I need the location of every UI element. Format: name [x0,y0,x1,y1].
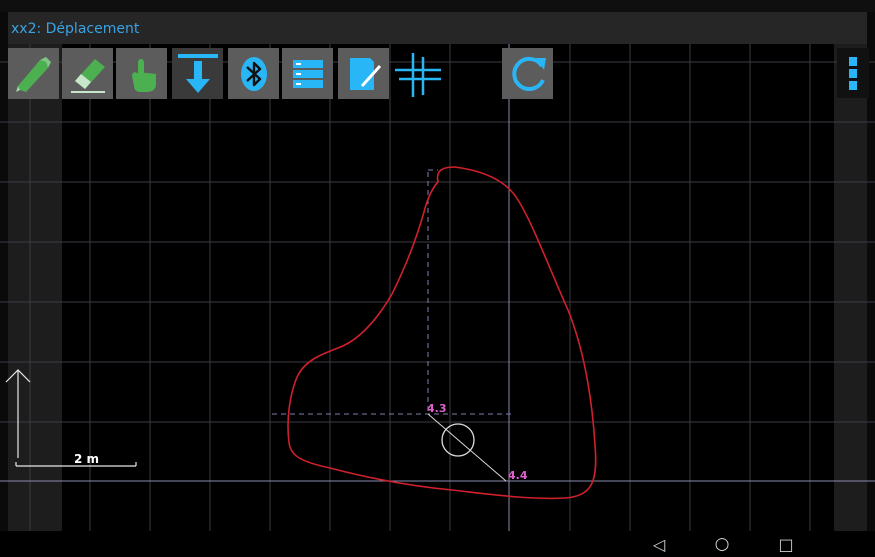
bluetooth-button[interactable] [228,48,279,99]
point-label-a: 4.3 [427,402,447,415]
refresh-button[interactable] [502,48,553,99]
axes [0,44,875,531]
north-arrow [5,369,31,458]
more-vert-icon [849,56,857,66]
edit-document-icon [349,57,381,90]
status-bar [0,0,875,12]
crosshair-icon [394,52,441,97]
home-icon: ○ [714,534,730,554]
grid [0,44,875,531]
scale-label: 2 m [74,452,100,466]
measure-line [427,413,507,482]
drawn-shape[interactable] [287,166,597,500]
pencil-button[interactable] [8,48,59,99]
back-icon: ◁ [652,534,666,554]
eraser-button[interactable] [62,48,113,99]
refresh-icon [511,56,546,91]
navigation-bar [0,531,875,557]
nav-home-button[interactable]: ○ [711,531,733,557]
edit-document-button[interactable] [338,48,389,99]
eraser-icon [70,58,105,93]
download-button[interactable] [172,48,223,99]
point-label-b: 4.4 [508,469,528,482]
recents-icon: □ [778,534,794,554]
nav-back-button[interactable]: ◁ [648,531,670,557]
crosshair-button[interactable] [392,48,443,99]
page-title: xx2: Déplacement [11,21,140,37]
bluetooth-icon [240,56,267,91]
list-icon [292,59,323,88]
download-arrow-icon [177,53,218,93]
hand-tool-button[interactable] [116,48,167,99]
toolbar [0,48,875,100]
list-button[interactable] [282,48,333,99]
hand-pointer-icon [131,58,156,92]
nav-recents-button[interactable]: □ [775,531,797,557]
pencil-icon [15,56,51,92]
overflow-menu-button[interactable] [837,48,869,98]
drawing-canvas[interactable] [0,44,875,531]
